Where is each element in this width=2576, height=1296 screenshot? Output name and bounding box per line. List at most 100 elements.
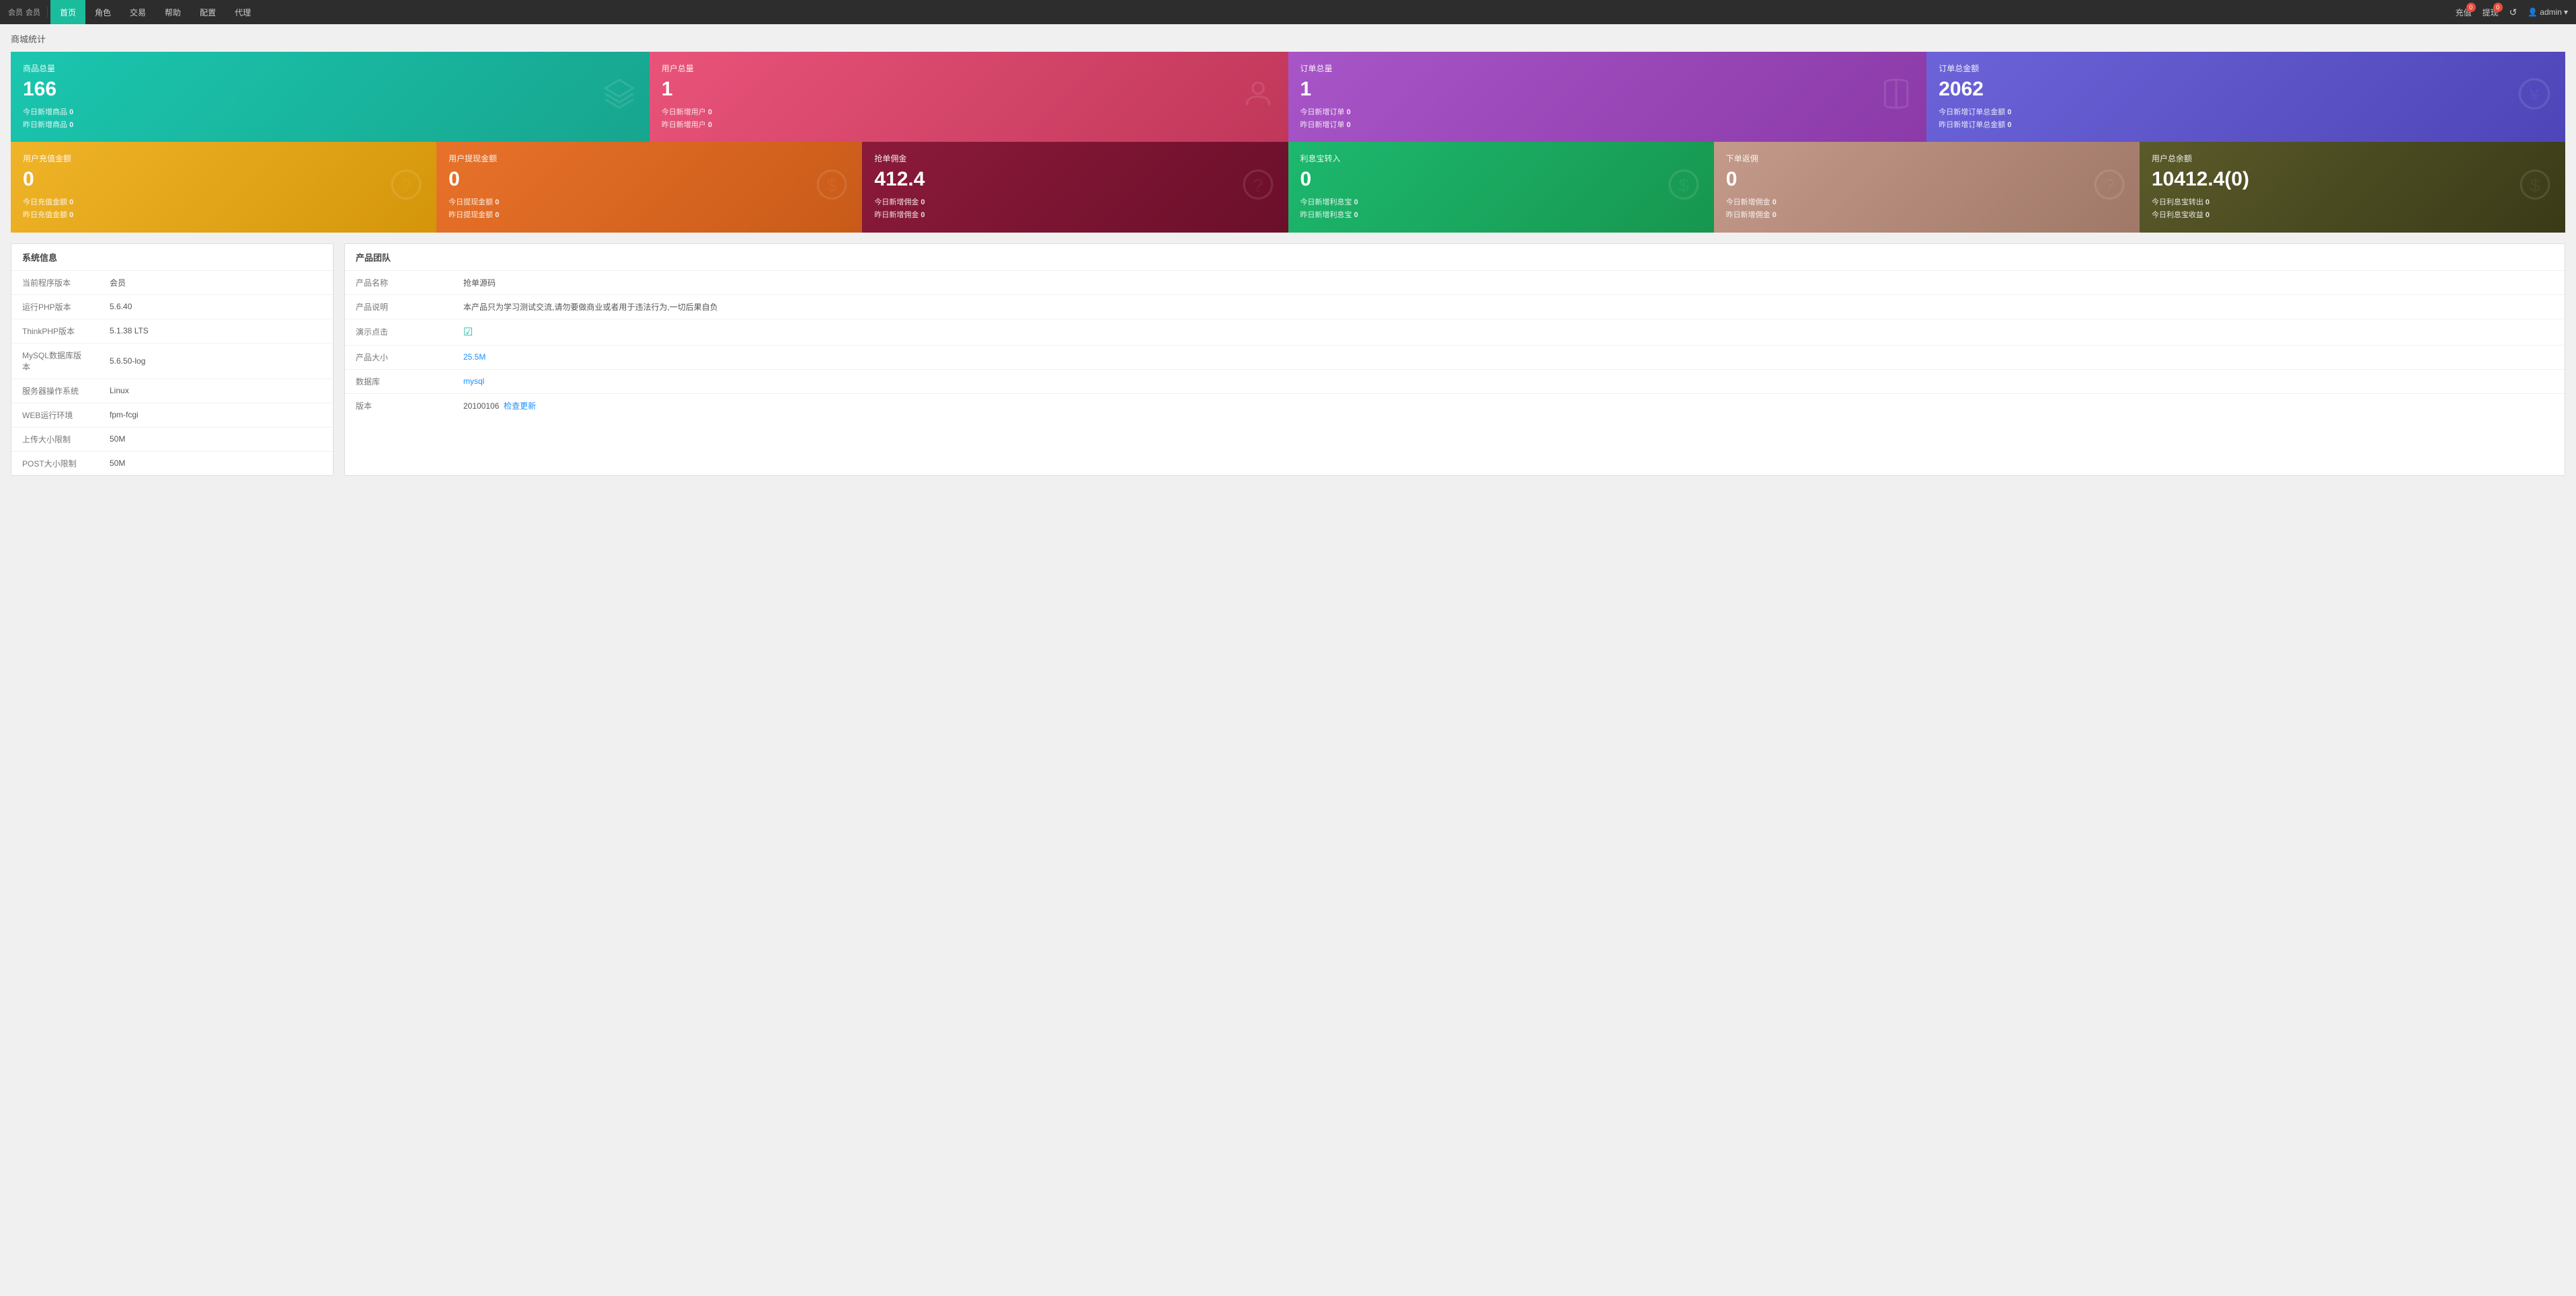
- admin-label: admin: [2540, 7, 2562, 17]
- prod-label: 产品说明: [345, 294, 453, 319]
- system-info-table: 当前程序版本 会员 运行PHP版本 5.6.40 ThinkPHP版本 5.1.…: [11, 271, 333, 475]
- prod-link[interactable]: mysql: [463, 376, 484, 386]
- prod-label: 产品名称: [345, 271, 453, 295]
- table-row: 产品大小 25.5M: [345, 345, 2565, 369]
- section-title: 商城统计: [11, 32, 2565, 45]
- top-navigation: 会员 会员 首页角色交易帮助配置代理 充值 0 提现 0 ↺ 👤 admin ▾: [0, 0, 2576, 24]
- prod-value[interactable]: 25.5M: [453, 345, 2565, 369]
- prod-link[interactable]: 25.5M: [463, 352, 485, 362]
- card-icon-orders: [1879, 77, 1913, 117]
- card-main-withdraw: 0: [448, 168, 850, 191]
- table-row: 运行PHP版本 5.6.40: [11, 294, 333, 319]
- nav-item-首页[interactable]: 首页: [50, 0, 85, 24]
- card-icon-grab_rebate: ?: [1241, 167, 1275, 207]
- nav-item-角色[interactable]: 角色: [85, 0, 120, 24]
- brand-label: 会员: [8, 7, 23, 17]
- sys-label: POST大小限制: [11, 451, 99, 475]
- table-row: ThinkPHP版本 5.1.38 LTS: [11, 319, 333, 343]
- table-row: POST大小限制 50M: [11, 451, 333, 475]
- card-title-interest: 利息宝转入: [1300, 153, 1702, 164]
- sys-value: 会员: [99, 271, 333, 295]
- svg-text:$: $: [2530, 174, 2540, 195]
- system-info-body: 当前程序版本 会员 运行PHP版本 5.6.40 ThinkPHP版本 5.1.…: [11, 271, 333, 475]
- table-row: 演示点击☑: [345, 319, 2565, 345]
- card-icon-goods: [602, 77, 636, 117]
- card-title-users: 用户总量: [662, 63, 1276, 74]
- sys-label: 服务器操作系统: [11, 378, 99, 403]
- table-row: 数据库 mysql: [345, 369, 2565, 393]
- card-icon-users: [1241, 77, 1275, 117]
- card-sub-goods: 今日新增商品 0 昨日新增商品 0: [23, 106, 637, 131]
- admin-chevron: ▾: [2564, 7, 2568, 17]
- card-sub-orders: 今日新增订单 0 昨日新增订单 0: [1300, 106, 1915, 131]
- stat-card-refund: 下单返佣 0 今日新增佣金 0 昨日新增佣金 0 ?: [1714, 142, 2140, 232]
- nav-item-代理[interactable]: 代理: [225, 0, 260, 24]
- nav-right: 充值 0 提现 0 ↺ 👤 admin ▾: [2456, 7, 2568, 18]
- prod-value: ☑: [453, 319, 2565, 345]
- stat-cards-row2: 用户充值金额 0 今日充值金额 0 昨日充值金额 0 ? 用户提现金额 0 今日…: [11, 142, 2565, 232]
- prod-value[interactable]: mysql: [453, 369, 2565, 393]
- card-icon-recharge: ?: [389, 167, 423, 207]
- card-icon-refund: ?: [2093, 167, 2126, 207]
- card-title-user_balance: 用户总余额: [2152, 153, 2553, 164]
- card-title-order_amount: 订单总金额: [1939, 63, 2553, 74]
- card-title-refund: 下单返佣: [1726, 153, 2128, 164]
- sys-value: 5.6.50-log: [99, 343, 333, 378]
- admin-menu[interactable]: 👤 admin ▾: [2528, 7, 2568, 17]
- prod-value: 20100106 检查更新: [453, 393, 2565, 417]
- table-row: 产品说明本产品只为学习测试交流,请勿要做商业或者用于违法行为,一切后果自负: [345, 294, 2565, 319]
- nav-item-帮助[interactable]: 帮助: [155, 0, 190, 24]
- product-info-title: 产品团队: [345, 244, 2565, 271]
- product-info-body: 产品名称抢单源码产品说明本产品只为学习测试交流,请勿要做商业或者用于违法行为,一…: [345, 271, 2565, 417]
- svg-text:¥: ¥: [2529, 85, 2540, 106]
- table-row: 版本 20100106 检查更新: [345, 393, 2565, 417]
- table-row: 上传大小限制 50M: [11, 427, 333, 451]
- panels-row: 系统信息 当前程序版本 会员 运行PHP版本 5.6.40 ThinkPHP版本…: [11, 243, 2565, 476]
- card-title-withdraw: 用户提现金额: [448, 153, 850, 164]
- table-row: 当前程序版本 会员: [11, 271, 333, 295]
- sys-value: 50M: [99, 451, 333, 475]
- nav-items: 首页角色交易帮助配置代理: [50, 0, 2456, 24]
- nav-item-交易[interactable]: 交易: [120, 0, 155, 24]
- card-icon-withdraw: $: [815, 167, 849, 207]
- withdraw-nav-item[interactable]: 提现 0: [2483, 7, 2499, 18]
- card-sub-refund: 今日新增佣金 0 昨日新增佣金 0: [1726, 196, 2128, 221]
- prod-label: 产品大小: [345, 345, 453, 369]
- stat-card-grab_rebate: 抢单佣金 412.4 今日新增佣金 0 昨日新增佣金 0 ?: [862, 142, 1288, 232]
- card-main-interest: 0: [1300, 168, 1702, 191]
- prod-label: 数据库: [345, 369, 453, 393]
- stat-card-interest: 利息宝转入 0 今日新增利息宝 0 昨日新增利息宝 0 $: [1288, 142, 1714, 232]
- sys-label: ThinkPHP版本: [11, 319, 99, 343]
- svg-text:?: ?: [2104, 174, 2114, 195]
- card-main-refund: 0: [1726, 168, 2128, 191]
- card-main-user_balance: 10412.4(0): [2152, 168, 2553, 191]
- sys-label: 运行PHP版本: [11, 294, 99, 319]
- refresh-button[interactable]: ↺: [2509, 7, 2518, 18]
- recharge-badge: 0: [2466, 3, 2476, 12]
- card-icon-interest: $: [1667, 167, 1701, 207]
- stat-card-order_amount: 订单总金额 2062 今日新增订单总金额 0 昨日新增订单总金额 0 ¥: [1926, 52, 2565, 142]
- product-info-table: 产品名称抢单源码产品说明本产品只为学习测试交流,请勿要做商业或者用于违法行为,一…: [345, 271, 2565, 417]
- svg-text:$: $: [827, 174, 837, 195]
- card-sub-recharge: 今日充值金额 0 昨日充值金额 0: [23, 196, 424, 221]
- system-info-title: 系统信息: [11, 244, 333, 271]
- stat-card-recharge: 用户充值金额 0 今日充值金额 0 昨日充值金额 0 ?: [11, 142, 436, 232]
- stat-card-withdraw: 用户提现金额 0 今日提现金额 0 昨日提现金额 0 $: [436, 142, 862, 232]
- sys-label: 当前程序版本: [11, 271, 99, 295]
- nav-item-配置[interactable]: 配置: [190, 0, 225, 24]
- system-info-panel: 系统信息 当前程序版本 会员 运行PHP版本 5.6.40 ThinkPHP版本…: [11, 243, 334, 476]
- card-sub-grab_rebate: 今日新增佣金 0 昨日新增佣金 0: [874, 196, 1276, 221]
- card-title-recharge: 用户充值金额: [23, 153, 424, 164]
- card-main-grab_rebate: 412.4: [874, 168, 1276, 191]
- card-main-goods: 166: [23, 78, 637, 101]
- table-row: MySQL数据库版本 5.6.50-log: [11, 343, 333, 378]
- main-content: 商城统计 商品总量 166 今日新增商品 0 昨日新增商品 0 用户总量 1 今…: [0, 24, 2576, 484]
- check-update-link[interactable]: 检查更新: [504, 401, 536, 411]
- card-main-orders: 1: [1300, 78, 1915, 101]
- sys-label: WEB运行环境: [11, 403, 99, 427]
- stat-cards-row1: 商品总量 166 今日新增商品 0 昨日新增商品 0 用户总量 1 今日新增用户…: [11, 52, 2565, 142]
- version-value: 20100106: [463, 401, 499, 411]
- card-icon-user_balance: $: [2518, 167, 2552, 207]
- card-title-grab_rebate: 抢单佣金: [874, 153, 1276, 164]
- recharge-nav-item[interactable]: 充值 0: [2456, 7, 2472, 18]
